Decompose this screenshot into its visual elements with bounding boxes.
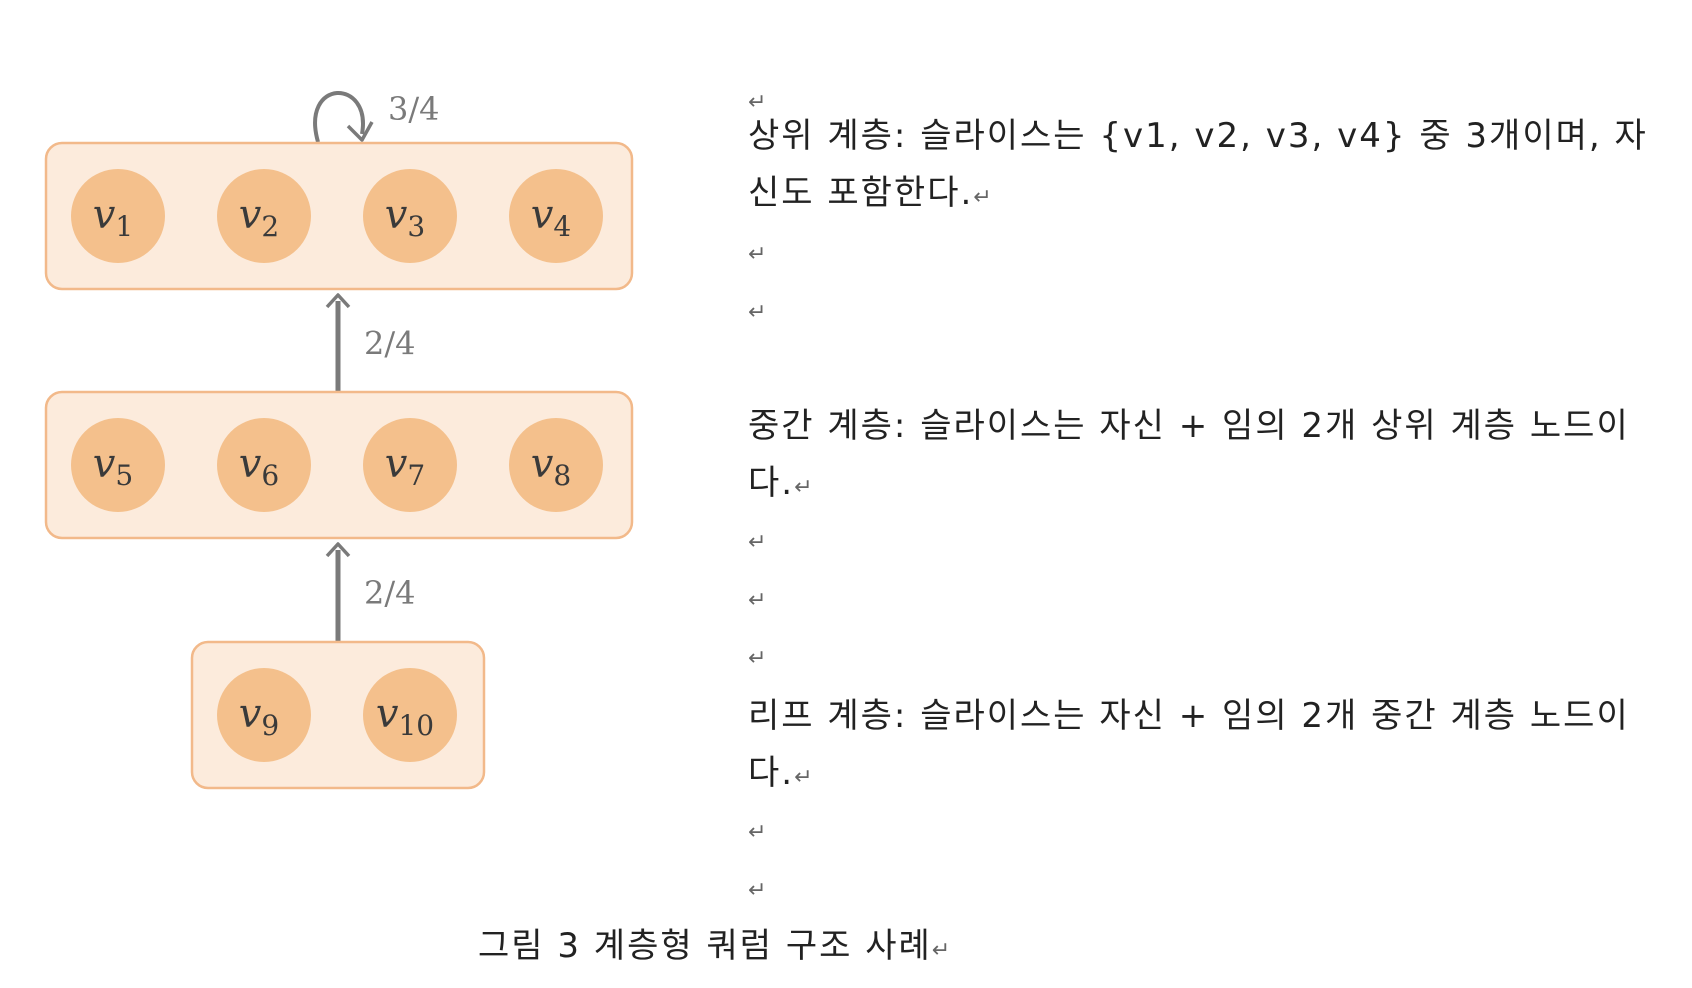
middle-layer-text: 중간 계층: 슬라이스는 자신 + 임의 2개 상위 계층 노드이다. xyxy=(748,406,1630,503)
blank-paragraph: ↵ xyxy=(748,820,767,845)
node-v7: v7 xyxy=(363,418,457,512)
paragraph-mark: ↵ xyxy=(931,938,953,963)
middle-layer: v5 v6 v7 v8 xyxy=(44,390,634,540)
blank-paragraph: ↵ xyxy=(748,646,767,671)
top-layer-text: 상위 계층: 슬라이스는 {v1, v2, v3, v4} 중 3개이며, 자신… xyxy=(748,116,1648,213)
blank-paragraph: ↵ xyxy=(748,242,767,267)
edge-top-to-top xyxy=(313,91,374,143)
paragraph-mark: ↵ xyxy=(794,475,815,500)
node-v10: v10 xyxy=(363,668,457,762)
edge-label: 2/4 xyxy=(364,325,416,363)
edge-label: 3/4 xyxy=(388,90,440,128)
node-v6: v6 xyxy=(217,418,311,512)
arrowhead xyxy=(346,121,374,142)
node-v5: v5 xyxy=(71,418,165,512)
top-layer-description: 상위 계층: 슬라이스는 {v1, v2, v3, v4} 중 3개이며, 자신… xyxy=(748,108,1648,226)
leaf-layer-description: 리프 계층: 슬라이스는 자신 + 임의 2개 중간 계층 노드이다.↵ xyxy=(748,688,1648,806)
blank-paragraph: ↵ xyxy=(748,878,767,903)
paragraph-mark: ↵ xyxy=(973,185,994,210)
leaf-layer-text: 리프 계층: 슬라이스는 자신 + 임의 2개 중간 계층 노드이다. xyxy=(748,696,1630,793)
figure-caption: 그림 3 계층형 쿼럼 구조 사례↵ xyxy=(478,918,952,967)
node-v2: v2 xyxy=(217,169,311,263)
blank-paragraph: ↵ xyxy=(748,588,767,613)
blank-paragraph: ↵ xyxy=(748,300,767,325)
node-v1: v1 xyxy=(71,169,165,263)
node-v8: v8 xyxy=(509,418,603,512)
node-v4: v4 xyxy=(509,169,603,263)
blank-paragraph: ↵ xyxy=(748,530,767,555)
edge-middle-to-top xyxy=(325,293,351,392)
leaf-layer: v9 v10 xyxy=(190,640,486,790)
node-v3: v3 xyxy=(363,169,457,263)
paragraph-mark: ↵ xyxy=(794,765,815,790)
middle-layer-description: 중간 계층: 슬라이스는 자신 + 임의 2개 상위 계층 노드이다.↵ xyxy=(748,398,1648,516)
quorum-diagram: v1 v2 v3 v4 v5 v6 v7 v8 v9 v10 3/4 2/4 2/4 xyxy=(44,90,634,790)
top-layer: v1 v2 v3 v4 xyxy=(44,141,634,291)
edge-leaf-to-middle xyxy=(325,542,351,642)
edge-label: 2/4 xyxy=(364,574,416,612)
layers: v1 v2 v3 v4 v5 v6 v7 v8 v9 v10 xyxy=(44,141,634,790)
node-v9: v9 xyxy=(217,668,311,762)
caption-text: 그림 3 계층형 쿼럼 구조 사례 xyxy=(478,926,932,966)
